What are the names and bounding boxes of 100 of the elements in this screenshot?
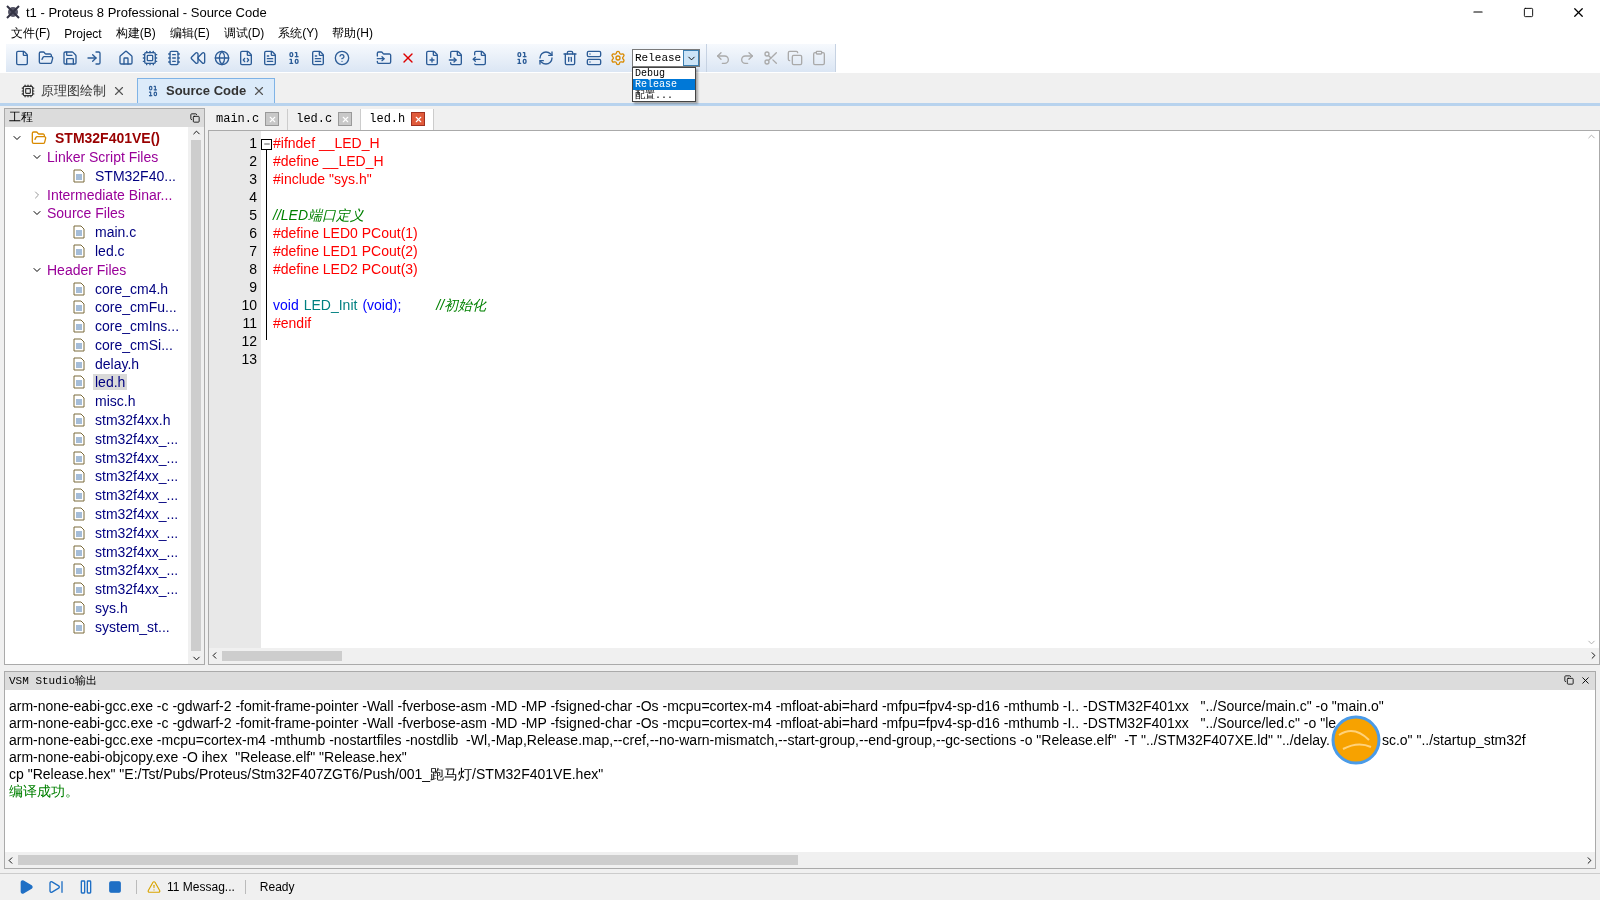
messages-count[interactable]: 11 Messag... bbox=[167, 880, 235, 895]
editor-tab[interactable]: led.h bbox=[361, 108, 435, 130]
pause-button[interactable] bbox=[78, 879, 94, 896]
menu-item[interactable]: 系统(Y) bbox=[271, 25, 326, 43]
line-number: 1 bbox=[248, 134, 258, 153]
tab-label: led.c bbox=[296, 112, 333, 127]
menu-item[interactable]: 构建(B) bbox=[108, 25, 163, 43]
float-icon[interactable] bbox=[190, 112, 200, 123]
file-icon bbox=[73, 413, 85, 428]
tree-item[interactable]: Header Files bbox=[45, 261, 129, 278]
line-number: 3 bbox=[248, 170, 258, 189]
tree-item[interactable]: Linker Script Files bbox=[45, 148, 161, 165]
tree-item[interactable]: main.c bbox=[93, 224, 139, 241]
tree-item[interactable]: sys.h bbox=[93, 600, 130, 617]
code-text: //LED端口定义 bbox=[273, 206, 364, 225]
close-icon[interactable] bbox=[1580, 675, 1591, 687]
stop-button[interactable] bbox=[108, 880, 122, 895]
tree-item[interactable]: stm32f4xx_... bbox=[93, 487, 181, 504]
file-icon bbox=[73, 168, 85, 183]
line-number: 6 bbox=[248, 224, 258, 243]
tree-item[interactable]: core_cmFu... bbox=[93, 299, 179, 316]
tree-item[interactable]: STM32F401VE() bbox=[53, 130, 163, 147]
file-icon bbox=[73, 337, 85, 352]
tree-item[interactable]: stm32f4xx_... bbox=[93, 543, 181, 560]
file-icon bbox=[73, 525, 85, 540]
file-icon bbox=[73, 582, 85, 597]
menu-item[interactable]: 调试(D) bbox=[216, 25, 272, 43]
file-icon bbox=[73, 544, 85, 559]
horizontal-scrollbar[interactable] bbox=[5, 852, 1595, 869]
restore-icon[interactable] bbox=[1522, 6, 1534, 18]
output-line: arm-none-eabi-gcc.exe -c -gdwarf-2 -fomit-frame-pointer -Wall -fverbose-asm -MD -MP -fsigned-char -Os -mcpu=cortex-m4 -mfloat-abi=hard -mfpu=fpv4-sp-d16 -mthumb -I.. -DSTM32F401xx "../Source/main.c" -o "main.o" bbox=[9, 697, 1384, 715]
menu-item[interactable]: 帮助(H) bbox=[325, 25, 381, 43]
tree-item[interactable]: stm32f4xx_... bbox=[93, 430, 181, 447]
tree-item[interactable]: stm32f4xx_... bbox=[93, 468, 181, 485]
line-number: 13 bbox=[240, 350, 258, 369]
close-icon[interactable] bbox=[411, 112, 426, 127]
tree-item[interactable]: system_st... bbox=[93, 618, 172, 635]
file-icon bbox=[73, 319, 85, 334]
file-icon bbox=[73, 225, 85, 240]
tree-item[interactable]: stm32f4xx.h bbox=[93, 412, 173, 429]
file-icon bbox=[73, 300, 85, 315]
float-icon[interactable] bbox=[1564, 675, 1574, 686]
tree-item[interactable]: Intermediate Binar... bbox=[45, 186, 175, 203]
step-button[interactable] bbox=[48, 879, 64, 896]
tree-item[interactable]: led.c bbox=[93, 242, 127, 259]
tab-label: main.c bbox=[216, 112, 260, 127]
dropdown-option[interactable]: Release bbox=[633, 79, 695, 91]
code-text: #define LED1 PCout(2) bbox=[273, 242, 418, 261]
line-number: 12 bbox=[240, 332, 258, 351]
tab-label: led.h bbox=[369, 112, 406, 127]
folder-icon bbox=[31, 130, 47, 147]
warning-icon bbox=[147, 880, 161, 895]
code-text: #define LED2 PCout(3) bbox=[273, 260, 418, 279]
tree-item[interactable]: led.h bbox=[93, 374, 128, 391]
tree-item[interactable]: core_cmIns... bbox=[93, 318, 182, 335]
tree-item[interactable]: core_cm4.h bbox=[93, 280, 171, 297]
tree-item[interactable]: stm32f4xx_... bbox=[93, 449, 181, 466]
window-title: t1 - Proteus 8 Professional - Source Code bbox=[26, 4, 268, 20]
menu-item[interactable]: 编辑(E) bbox=[162, 25, 217, 43]
tab-label: 原理图绘制 bbox=[41, 81, 106, 100]
scrollbar[interactable] bbox=[188, 126, 204, 664]
output-line: arm-none-eabi-gcc.exe -mcpu=cortex-m4 -mthumb -nostartfiles -nostdlib -Wl,-Map,Release.map,--cref,--no-warn-mismatch,--start-group,--end-group,--gc-sections -o "Release.elf" -T "../STM32F407XE.ld" "../delay. bbox=[9, 731, 1330, 749]
tree-item[interactable]: STM32F40... bbox=[93, 167, 178, 184]
line-number: 10 bbox=[240, 296, 258, 315]
menu-item[interactable]: Project bbox=[57, 26, 109, 41]
code-text: //初始化 bbox=[436, 296, 487, 315]
binary-icon bbox=[146, 83, 160, 98]
file-icon bbox=[73, 243, 85, 258]
play-button[interactable] bbox=[18, 879, 34, 896]
file-icon bbox=[73, 356, 85, 371]
tree-item[interactable]: stm32f4xx_... bbox=[93, 506, 181, 523]
file-icon bbox=[73, 281, 85, 296]
dropdown-option[interactable]: 配置... bbox=[633, 90, 695, 102]
tree-item[interactable]: delay.h bbox=[93, 355, 142, 372]
tree-item[interactable]: Source Files bbox=[45, 205, 127, 222]
line-number: 2 bbox=[248, 152, 258, 171]
file-icon bbox=[73, 601, 85, 616]
output-line: sc.o" "../startup_stm32f bbox=[1381, 731, 1526, 749]
dropdown-option[interactable]: Debug bbox=[633, 68, 695, 80]
app-logo-icon bbox=[6, 5, 20, 19]
build-config-dropdown[interactable]: Release bbox=[632, 49, 701, 68]
panel-title: VSM Studio输出 bbox=[9, 674, 97, 689]
menu-item[interactable]: 文件(F) bbox=[4, 25, 58, 43]
output-line: arm-none-eabi-gcc.exe -c -gdwarf-2 -fomit-frame-pointer -Wall -fverbose-asm -MD -MP -fsigned-char -Os -mcpu=cortex-m4 -mfloat-abi=hard -mfpu=fpv4-sp-d16 -mthumb -I.. -DSTM32F401xx "../Source/led.c" -o "le bbox=[9, 714, 1337, 732]
line-number: 11 bbox=[241, 314, 258, 333]
horizontal-scrollbar[interactable] bbox=[209, 647, 1599, 664]
file-icon bbox=[73, 488, 85, 503]
tree-item[interactable]: core_cmSi... bbox=[93, 336, 175, 353]
output-line: arm-none-eabi-objcopy.exe -O ihex "Release.elf" "Release.hex" bbox=[9, 748, 407, 766]
line-number: 8 bbox=[248, 260, 258, 279]
tree-item[interactable]: misc.h bbox=[93, 393, 138, 410]
file-icon bbox=[73, 431, 85, 446]
code-text: void bbox=[273, 296, 299, 315]
fold-toggle-icon[interactable] bbox=[261, 138, 272, 150]
document-tab[interactable]: Source Code bbox=[137, 77, 276, 103]
output-line: cp "Release.hex" "E:/Tst/Pubs/Proteus/Stm32F407ZGT6/Push/001_跑马灯/STM32F401VE.hex" bbox=[9, 765, 604, 783]
tree-item[interactable]: stm32f4xx_... bbox=[93, 524, 181, 541]
tree-item[interactable]: stm32f4xx_... bbox=[93, 581, 181, 598]
tree-item[interactable]: stm32f4xx_... bbox=[93, 562, 181, 579]
code-text: #define __LED_H bbox=[273, 152, 384, 171]
